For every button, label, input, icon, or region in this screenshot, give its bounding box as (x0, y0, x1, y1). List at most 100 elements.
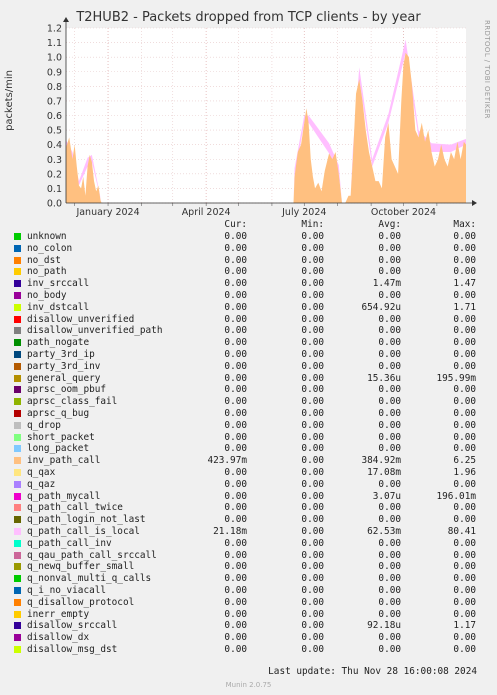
legend-row-q-path-call-is-local: q_path_call_is_local 21.18m 0.00 62.53m 80.4… (0, 526, 497, 538)
legend-avg: 0.00 (378, 325, 401, 337)
legend-avg: 0.00 (378, 408, 401, 419)
legend-max: 0.00 (453, 266, 476, 278)
legend-swatch (14, 339, 21, 347)
legend-min: 0.00 (301, 478, 324, 490)
legend-max: 6.25 (453, 455, 476, 467)
legend-row-short-packet: short_packet 0.00 0.00 0.00 0.00 (0, 432, 497, 444)
y-tick-label: 0.2 (47, 169, 62, 180)
legend-min: 0.00 (301, 431, 324, 443)
legend-series-name: q_newq_buffer_small (27, 561, 135, 573)
legend-series-name: q_disallow_protocol (27, 596, 135, 608)
legend-max: 80.41 (447, 526, 476, 537)
legend-swatch (14, 634, 21, 642)
y-tick-label: 0.1 (47, 184, 62, 195)
legend-swatch (14, 469, 21, 476)
legend-row-party-3rd-inv: party_3rd_inv 0.00 0.00 0.00 0.00 (0, 361, 497, 373)
legend-series-name: disallow_msg_dst (27, 644, 118, 655)
legend-max: 1.96 (453, 467, 476, 478)
legend-series-name: aprsc_q_bug (27, 408, 90, 419)
legend-series-name: no_colon (27, 242, 73, 254)
legend-avg: 0.00 (378, 349, 401, 360)
legend-series-name: long_packet (27, 443, 90, 455)
munin-version: Munin 2.0.75 (225, 681, 272, 689)
legend-swatch (14, 528, 21, 535)
legend-series-name: disallow_srccall (27, 620, 118, 632)
legend-series-name: party_3rd_inv (27, 360, 101, 372)
legend-avg: 0.00 (378, 632, 401, 644)
legend-max: 0.00 (453, 408, 476, 419)
legend-min: 0.00 (301, 301, 324, 313)
legend-row-q-disallow-protocol: q_disallow_protocol 0.00 0.00 0.00 0.00 (0, 597, 497, 609)
legend-max: 0.00 (453, 349, 476, 360)
legend-max: 0.00 (453, 608, 476, 620)
legend-row-disallow-dx: disallow_dx 0.00 0.00 0.00 0.00 (0, 632, 497, 644)
legend-max: 0.00 (453, 231, 476, 242)
legend-series-name: q_i_no_viacall (27, 585, 107, 596)
legend-cur: 0.00 (224, 561, 247, 573)
legend-max: 0.00 (453, 337, 476, 349)
legend-cur: 0.00 (224, 349, 247, 360)
legend-cur: 0.00 (224, 585, 247, 596)
legend-min: 0.00 (301, 644, 324, 655)
legend-cur: 0.00 (224, 608, 247, 620)
legend-swatch (14, 551, 21, 559)
legend-swatch (14, 327, 21, 335)
legend-row-aprsc-class-fail: aprsc_class_fail 0.00 0.00 0.00 0.00 (0, 396, 497, 408)
legend-min: 0.00 (301, 596, 324, 608)
legend-max: 0.00 (453, 644, 476, 655)
y-tick-label: 0.4 (47, 140, 62, 151)
legend-swatch (14, 622, 21, 630)
legend-series-name: short_packet (27, 431, 95, 443)
legend-row-q-nonval-multi-q-calls: q_nonval_multi_q_calls 0.00 0.00 0.00 0.00 (0, 573, 497, 585)
legend-max: 0.00 (453, 242, 476, 254)
header-max: Max: (453, 219, 476, 230)
legend-avg: 0.00 (378, 313, 401, 325)
legend-series-name: q_drop (27, 419, 61, 431)
legend-cur: 0.00 (224, 620, 247, 632)
legend-swatch (14, 292, 21, 299)
legend-series-name: q_qaz (27, 478, 56, 490)
legend-row-q-path-mycall: q_path_mycall 0.00 0.00 3.07u 196.01m (0, 491, 497, 503)
legend-swatch (14, 244, 21, 252)
legend-max: 0.00 (453, 514, 476, 526)
legend-avg: 0.00 (378, 396, 401, 408)
legend-max: 0.00 (453, 549, 476, 561)
legend-swatch (14, 374, 21, 382)
legend-max: 1.47 (453, 278, 476, 290)
y-tick-label: 0.7 (47, 96, 62, 107)
legend-max: 0.00 (453, 254, 476, 266)
legend-avg: 92.18u (367, 620, 401, 632)
legend-max: 196.01m (436, 490, 476, 502)
legend-swatch (14, 539, 21, 547)
legend-cur: 0.00 (224, 360, 247, 372)
legend-cur: 0.00 (224, 325, 247, 337)
legend-swatch (14, 587, 21, 594)
legend-swatch (14, 433, 21, 441)
legend-series-name: no_body (27, 290, 67, 301)
legend-swatch (14, 598, 21, 606)
legend-min: 0.00 (301, 573, 324, 585)
y-tick-label: 0.3 (47, 155, 62, 166)
x-tick-label: January 2024 (75, 207, 139, 218)
legend-max: 0.00 (453, 290, 476, 301)
legend-row-inv-path-call: inv_path_call 423.97m 0.00 384.92m 6.25 (0, 455, 497, 467)
legend-avg: 0.00 (378, 266, 401, 278)
legend-avg: 0.00 (378, 231, 401, 242)
legend-swatch (14, 563, 21, 571)
legend-row-inerr-empty: inerr_empty 0.00 0.00 0.00 0.00 (0, 609, 497, 621)
legend-cur: 0.00 (224, 254, 247, 266)
legend-series-name: disallow_unverified_path (27, 325, 163, 337)
legend-swatch (14, 516, 21, 524)
legend-row-q-path-login-not-last: q_path_login_not_last 0.00 0.00 0.00 0.00 (0, 514, 497, 526)
legend-cur: 423.97m (207, 455, 247, 467)
header-cur: Cur: (224, 219, 247, 230)
legend-row-q-drop: q_drop 0.00 0.00 0.00 0.00 (0, 420, 497, 432)
legend-min: 0.00 (301, 467, 324, 478)
legend-swatch (14, 410, 21, 417)
y-tick-label: 0.6 (47, 111, 62, 122)
legend-min: 0.00 (301, 360, 324, 372)
y-tick-label: 1.0 (47, 53, 62, 64)
legend-avg: 0.00 (378, 596, 401, 608)
legend-min: 0.00 (301, 585, 324, 596)
legend-header: Cur: Min: Avg: Max: (0, 219, 497, 231)
